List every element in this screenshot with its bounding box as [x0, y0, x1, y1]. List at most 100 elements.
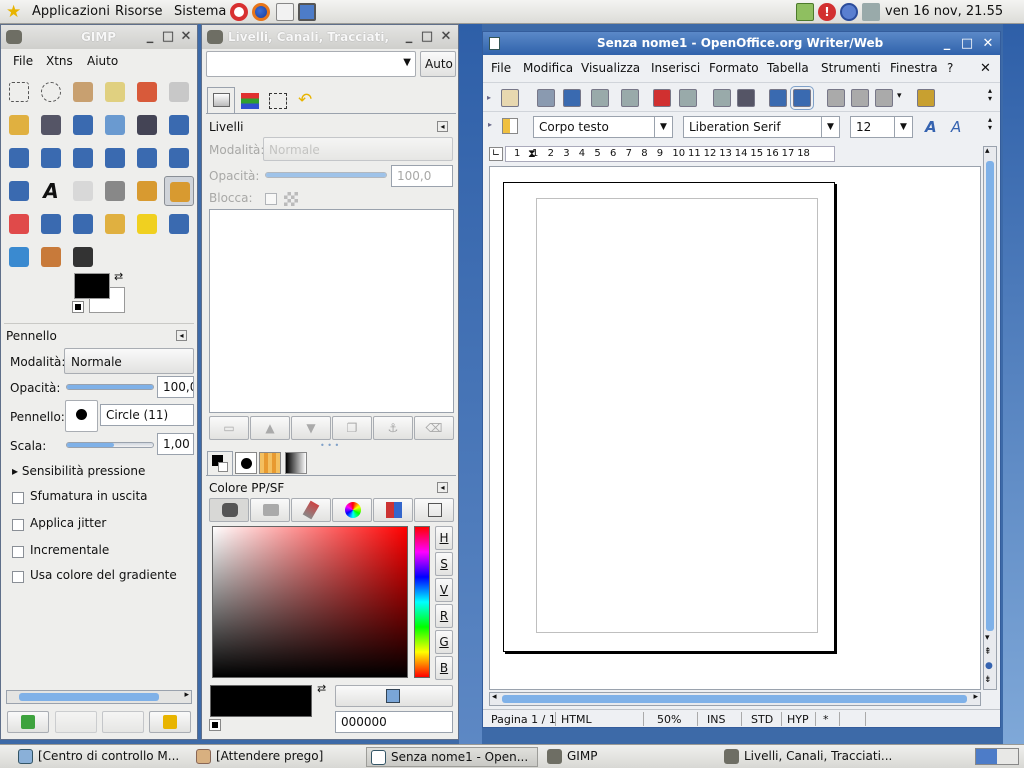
star-icon[interactable]: ★ [6, 2, 21, 22]
save-icon[interactable] [563, 89, 581, 107]
toolbar-overflow-icon[interactable]: ▴ ▾ [988, 87, 992, 103]
reset-options-button[interactable] [149, 711, 191, 733]
bucket-fill-tool-icon[interactable] [68, 176, 98, 206]
jitter-checkbox[interactable] [12, 519, 24, 531]
scale-slider[interactable] [66, 442, 154, 448]
status-insert-mode[interactable]: INS [707, 713, 725, 726]
new-layer-button[interactable]: ▭ [209, 416, 249, 440]
mode-dropdown[interactable]: Normale [64, 348, 194, 374]
panel-menu-icon[interactable]: ◂ [437, 482, 448, 493]
clone-tool-icon[interactable] [100, 209, 130, 239]
spellcheck-icon[interactable] [769, 89, 787, 107]
edit-file-icon[interactable] [621, 89, 639, 107]
perspective-tool-icon[interactable] [164, 143, 194, 173]
paintbrush-tool-icon[interactable] [164, 176, 194, 206]
status-hyperlink-mode[interactable]: HYP [787, 713, 809, 726]
hue-strip[interactable] [414, 526, 430, 678]
tab-paths[interactable] [265, 89, 291, 113]
font-name-dropdown[interactable]: Liberation Serif ▼ [683, 116, 840, 138]
vertical-scrollbar[interactable]: ▴ ▾ ⇞ ● ⇟ [983, 146, 997, 690]
dodge-burn-tool-icon[interactable] [68, 242, 98, 272]
minimize-button[interactable]: _ [940, 37, 954, 51]
default-colors-icon[interactable] [209, 719, 221, 731]
scale-value-field[interactable]: 1,00 [157, 433, 194, 455]
export-icon[interactable] [591, 89, 609, 107]
opacity-value-field[interactable]: 100,0 [157, 376, 194, 398]
new-document-icon[interactable] [501, 89, 519, 107]
resize-grip[interactable]: • • • [320, 441, 339, 450]
alert-icon[interactable] [840, 3, 858, 21]
bold-icon[interactable]: A [925, 118, 937, 136]
menu-formato[interactable]: Formato [709, 61, 759, 75]
tab-gradients[interactable] [285, 452, 307, 474]
status-zoom[interactable]: 50% [657, 713, 681, 726]
tab-undo[interactable]: ↶ [293, 89, 319, 113]
color-picker-tool-icon[interactable] [68, 110, 98, 140]
lock-alpha-checkbox[interactable] [265, 193, 277, 205]
font-size-dropdown[interactable]: 12 ▼ [850, 116, 913, 138]
layer-opacity-slider[interactable] [265, 172, 387, 178]
paste-menu-icon[interactable]: ▾ [897, 91, 902, 101]
airbrush-tool-icon[interactable] [36, 209, 66, 239]
gradient-color-checkbox[interactable] [12, 571, 24, 583]
tab-layers[interactable] [207, 87, 235, 113]
wheel-selector-tab[interactable] [332, 498, 372, 522]
lifebuoy-icon[interactable] [230, 3, 248, 21]
watercolor-selector-tab[interactable] [291, 498, 331, 522]
mail-icon[interactable] [276, 3, 294, 21]
toolbar-grip[interactable]: ▸ [488, 120, 492, 129]
default-colors-icon[interactable] [72, 301, 84, 313]
channel-h-button[interactable]: H [435, 526, 453, 550]
horizontal-ruler[interactable]: 1 1 2 3 4 5 6 7 8 9 10 11 12 13 14 15 16 17 18 ⧗ [505, 146, 835, 162]
text-tool-icon[interactable]: A [36, 176, 66, 206]
menu-visualizza[interactable]: Visualizza [581, 61, 640, 75]
brush-name-field[interactable]: Circle (11) [100, 404, 194, 426]
gimp-selector-tab[interactable] [209, 498, 249, 522]
raise-layer-button[interactable]: ▲ [250, 416, 290, 440]
channel-r-button[interactable]: R [435, 604, 453, 628]
panel-menu-icon[interactable]: ◂ [176, 330, 187, 341]
firefox-icon[interactable] [252, 3, 270, 21]
menu-file[interactable]: File [491, 61, 511, 75]
auto-button[interactable]: Auto [420, 51, 456, 77]
menu-finestra[interactable]: Finestra [890, 61, 938, 75]
rect-select-tool-icon[interactable] [4, 77, 34, 107]
maximize-button[interactable]: □ [420, 30, 434, 44]
fade-out-checkbox[interactable] [12, 492, 24, 504]
zoom-tool-icon[interactable] [100, 110, 130, 140]
toolbar-grip-icon[interactable]: ▸ [487, 93, 491, 102]
ink-tool-icon[interactable] [68, 209, 98, 239]
print-preview-icon[interactable] [713, 89, 731, 107]
rotate-tool-icon[interactable] [68, 143, 98, 173]
menu-modifica[interactable]: Modifica [523, 61, 573, 75]
heal-tool-icon[interactable] [132, 209, 162, 239]
opacity-slider[interactable] [66, 384, 154, 390]
cmyk-selector-tab[interactable] [250, 498, 290, 522]
indent-marker-icon[interactable]: ⧗ [528, 147, 536, 161]
minimize-button[interactable]: _ [143, 30, 157, 44]
swap-colors-icon[interactable]: ⇄ [114, 270, 123, 283]
print-icon[interactable] [679, 89, 697, 107]
pressure-expander[interactable]: ▸ Sensibilità pressione [12, 464, 145, 478]
panel-menu-icon[interactable]: ◂ [437, 121, 448, 132]
tab-stop-selector[interactable]: ∟ [489, 147, 503, 161]
copy-icon[interactable] [851, 89, 869, 107]
channel-b-button[interactable]: B [435, 656, 453, 680]
save-options-button[interactable] [7, 711, 49, 733]
scale-tool-icon[interactable] [100, 143, 130, 173]
incremental-checkbox[interactable] [12, 546, 24, 558]
shear-tool-icon[interactable] [132, 143, 162, 173]
duplicate-layer-button[interactable]: ❐ [332, 416, 372, 440]
web-view-icon[interactable] [737, 89, 755, 107]
move-tool-icon[interactable] [164, 110, 194, 140]
horizontal-scrollbar[interactable]: ◂ ▸ [489, 692, 981, 706]
volume-icon[interactable] [862, 3, 880, 21]
task-please-wait[interactable]: [Attendere prego] [192, 747, 362, 767]
task-gimp[interactable]: GIMP [543, 747, 713, 767]
menu-inserisci[interactable]: Inserisci [651, 61, 700, 75]
paragraph-style-dropdown[interactable]: Corpo testo ▼ [533, 116, 673, 138]
brush-preview-button[interactable] [65, 400, 98, 432]
document-page[interactable] [503, 182, 835, 652]
network-icon[interactable] [796, 3, 814, 21]
styles-icon[interactable] [502, 118, 518, 134]
